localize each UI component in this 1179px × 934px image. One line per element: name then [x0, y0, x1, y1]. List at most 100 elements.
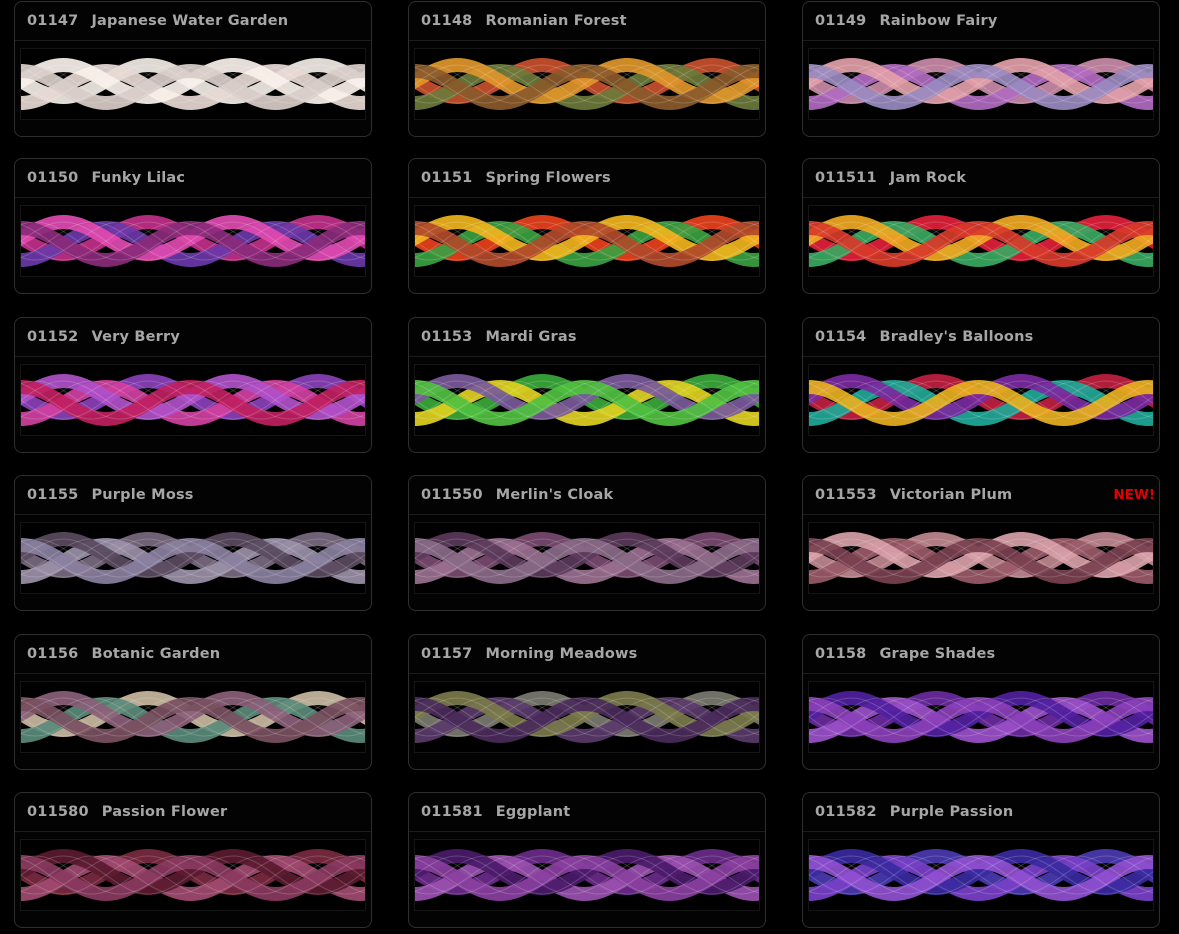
thread-skein: [415, 682, 759, 752]
product-title[interactable]: 011581 Eggplant: [421, 804, 570, 820]
product-title[interactable]: 01153 Mardi Gras: [421, 329, 577, 345]
product-card-01150[interactable]: 01150 Funky Lilac: [14, 158, 372, 294]
product-code: 011550: [421, 487, 483, 503]
product-code: 01151: [421, 170, 473, 186]
product-code: 01150: [27, 170, 79, 186]
thread-swatch-image[interactable]: [20, 364, 366, 436]
product-card-header: 01150 Funky Lilac: [15, 159, 371, 198]
product-card-header: 01158 Grape Shades: [803, 635, 1159, 674]
product-card-01156[interactable]: 01156 Botanic Garden: [14, 634, 372, 770]
thread-swatch-image[interactable]: [808, 364, 1154, 436]
thread-skein: [809, 523, 1153, 593]
product-card-011580[interactable]: 011580 Passion Flower: [14, 792, 372, 928]
product-card-01154[interactable]: 01154 Bradley's Balloons: [802, 317, 1160, 453]
product-title[interactable]: 01149 Rainbow Fairy: [815, 13, 998, 29]
thread-skein: [21, 206, 365, 276]
product-name: Bradley's Balloons: [879, 329, 1034, 345]
product-title[interactable]: 01155 Purple Moss: [27, 487, 194, 503]
product-card-header: 01157 Morning Meadows: [409, 635, 765, 674]
product-name: Passion Flower: [101, 804, 228, 820]
product-card-01158[interactable]: 01158 Grape Shades: [802, 634, 1160, 770]
product-code: 01148: [421, 13, 473, 29]
thread-swatch-image[interactable]: [20, 681, 366, 753]
product-card-01155[interactable]: 01155 Purple Moss: [14, 475, 372, 611]
product-card-header: 01148 Romanian Forest: [409, 2, 765, 41]
thread-swatch-image[interactable]: [414, 681, 760, 753]
thread-swatch-image[interactable]: [414, 522, 760, 594]
product-title[interactable]: 01152 Very Berry: [27, 329, 180, 345]
product-card-011581[interactable]: 011581 Eggplant: [408, 792, 766, 928]
product-name: Merlin's Cloak: [495, 487, 614, 503]
thread-swatch-image[interactable]: [808, 681, 1154, 753]
product-grid: 01147 Japanese Water Garden 01148 Romanian …: [0, 0, 1179, 934]
thread-skein: [415, 49, 759, 119]
product-card-header: 01147 Japanese Water Garden: [15, 2, 371, 41]
product-title[interactable]: 01150 Funky Lilac: [27, 170, 185, 186]
product-card-header: 01155 Purple Moss: [15, 476, 371, 515]
thread-swatch-image[interactable]: [414, 839, 760, 911]
product-code: 01149: [815, 13, 867, 29]
product-card-011582[interactable]: 011582 Purple Passion: [802, 792, 1160, 928]
product-card-header: 01151 Spring Flowers: [409, 159, 765, 198]
product-card-01147[interactable]: 01147 Japanese Water Garden: [14, 1, 372, 137]
thread-swatch-image[interactable]: [20, 522, 366, 594]
product-title[interactable]: 01156 Botanic Garden: [27, 646, 220, 662]
product-card-01151[interactable]: 01151 Spring Flowers: [408, 158, 766, 294]
product-card-011550[interactable]: 011550 Merlin's Cloak: [408, 475, 766, 611]
product-card-01157[interactable]: 01157 Morning Meadows: [408, 634, 766, 770]
thread-skein: [21, 682, 365, 752]
thread-skein: [415, 206, 759, 276]
product-title[interactable]: 01158 Grape Shades: [815, 646, 995, 662]
product-title[interactable]: 01154 Bradley's Balloons: [815, 329, 1033, 345]
thread-swatch-image[interactable]: [20, 48, 366, 120]
product-code: 011511: [815, 170, 877, 186]
product-title[interactable]: 01151 Spring Flowers: [421, 170, 611, 186]
product-card-01149[interactable]: 01149 Rainbow Fairy: [802, 1, 1160, 137]
product-card-header: 01156 Botanic Garden: [15, 635, 371, 674]
thread-swatch-image[interactable]: [20, 839, 366, 911]
thread-skein: [415, 365, 759, 435]
product-name: Japanese Water Garden: [91, 13, 289, 29]
product-title[interactable]: 01157 Morning Meadows: [421, 646, 637, 662]
thread-swatch-image[interactable]: [808, 48, 1154, 120]
product-title[interactable]: 011511 Jam Rock: [815, 170, 966, 186]
product-card-01152[interactable]: 01152 Very Berry: [14, 317, 372, 453]
product-title[interactable]: 011582 Purple Passion: [815, 804, 1013, 820]
product-title[interactable]: 01148 Romanian Forest: [421, 13, 627, 29]
product-code: 01152: [27, 329, 79, 345]
thread-skein: [21, 49, 365, 119]
thread-swatch-image[interactable]: [808, 522, 1154, 594]
thread-swatch-image[interactable]: [808, 205, 1154, 277]
product-card-01153[interactable]: 01153 Mardi Gras: [408, 317, 766, 453]
product-card-header: 01153 Mardi Gras: [409, 318, 765, 357]
thread-skein: [415, 840, 759, 910]
product-title[interactable]: 011553 Victorian Plum: [815, 487, 1012, 503]
new-badge: NEW!: [1113, 487, 1155, 503]
product-code: 01153: [421, 329, 473, 345]
thread-skein: [415, 523, 759, 593]
thread-swatch-image[interactable]: [808, 839, 1154, 911]
product-title[interactable]: 011550 Merlin's Cloak: [421, 487, 613, 503]
product-card-header: 011511 Jam Rock: [803, 159, 1159, 198]
product-code: 011582: [815, 804, 877, 820]
product-code: 01147: [27, 13, 79, 29]
product-name: Morning Meadows: [485, 646, 638, 662]
thread-skein: [21, 840, 365, 910]
product-card-header: 011580 Passion Flower: [15, 793, 371, 832]
product-card-header: 011582 Purple Passion: [803, 793, 1159, 832]
thread-swatch-image[interactable]: [414, 364, 760, 436]
product-card-011553[interactable]: 011553 Victorian Plum NEW!: [802, 475, 1160, 611]
product-title[interactable]: 011580 Passion Flower: [27, 804, 227, 820]
product-card-011511[interactable]: 011511 Jam Rock: [802, 158, 1160, 294]
product-card-header: 01152 Very Berry: [15, 318, 371, 357]
product-name: Jam Rock: [889, 170, 967, 186]
thread-swatch-image[interactable]: [414, 48, 760, 120]
product-name: Very Berry: [91, 329, 181, 345]
product-card-01148[interactable]: 01148 Romanian Forest: [408, 1, 766, 137]
product-title[interactable]: 01147 Japanese Water Garden: [27, 13, 288, 29]
thread-swatch-image[interactable]: [20, 205, 366, 277]
product-name: Purple Passion: [889, 804, 1014, 820]
product-name: Victorian Plum: [889, 487, 1013, 503]
thread-skein: [809, 365, 1153, 435]
thread-swatch-image[interactable]: [414, 205, 760, 277]
